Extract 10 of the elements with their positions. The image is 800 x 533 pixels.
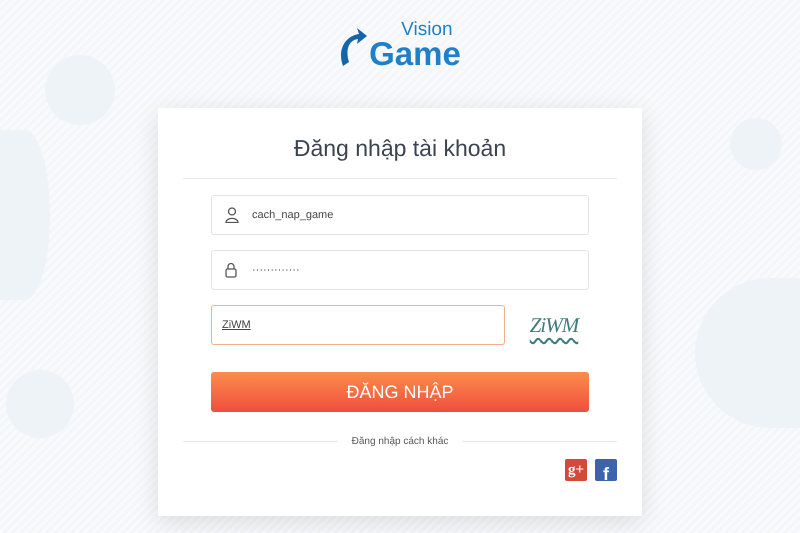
card-title: Đăng nhập tài khoản [183, 108, 617, 179]
captcha-image: ZiWM [528, 312, 581, 338]
google-plus-button[interactable]: g+ [565, 459, 587, 481]
username-field[interactable]: cach_nap_game [211, 195, 589, 235]
facebook-button[interactable]: f [595, 459, 617, 481]
password-field[interactable]: ············· [211, 250, 589, 290]
logo-text: Vision [401, 20, 454, 39]
captcha-field[interactable]: ZiWM [211, 305, 505, 345]
alt-login-label: Đăng nhập cách khác [352, 436, 448, 447]
logo-text: Game [369, 37, 461, 70]
